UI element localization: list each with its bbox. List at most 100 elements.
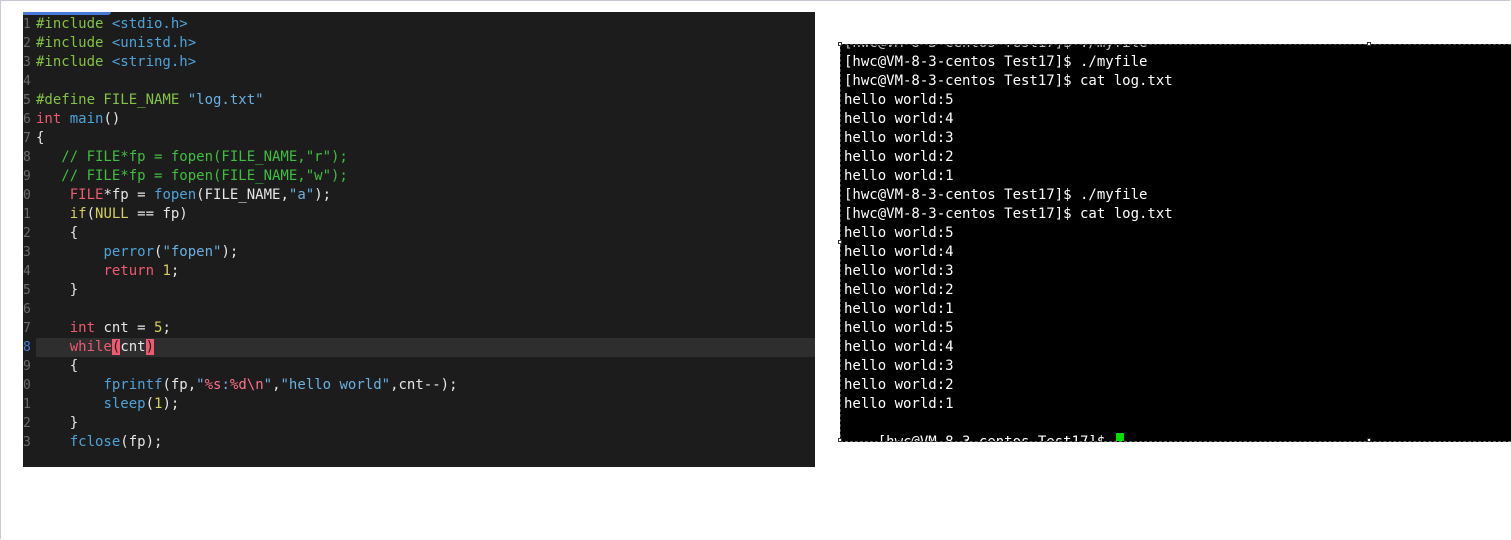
code-token: // FILE*fp = fopen(FILE_NAME,"r"); xyxy=(36,149,348,165)
code-line[interactable]: 9 // FILE*fp = fopen(FILE_NAME,"w"); xyxy=(23,167,815,186)
code-line[interactable]: 7{ xyxy=(23,129,815,148)
code-line[interactable]: 6 xyxy=(23,300,815,319)
code-line[interactable]: 8 while(cnt) xyxy=(23,338,815,357)
line-number: 3 xyxy=(23,245,31,260)
code-token: (fp, xyxy=(162,377,197,393)
code-token: : xyxy=(221,377,230,393)
code-text: fprintf(fp,"%s:%d\n","hello world",cnt--… xyxy=(36,376,457,395)
code-token: int xyxy=(69,320,96,336)
code-token: *fp = xyxy=(103,187,155,203)
code-line[interactable]: 0 fprintf(fp,"%s:%d\n","hello world",cnt… xyxy=(23,376,815,395)
code-line[interactable]: 5 } xyxy=(23,281,815,300)
terminal-cursor xyxy=(1115,433,1124,441)
code-token: while xyxy=(69,339,112,355)
code-line[interactable]: 2 { xyxy=(23,224,815,243)
terminal-prompt-line[interactable]: [hwc@VM-8-3-centos Test17]$ xyxy=(844,414,1124,441)
code-line[interactable]: 1 #include <stdio.h> xyxy=(23,15,815,34)
code-line[interactable]: 3 #include <string.h> xyxy=(23,53,815,72)
code-line[interactable]: 1 if(NULL == fp) xyxy=(23,205,815,224)
resize-handle[interactable] xyxy=(838,42,842,46)
terminal-line: hello world:3 xyxy=(844,263,954,279)
code-line[interactable]: 0 FILE*fp = fopen(FILE_NAME,"a"); xyxy=(23,186,815,205)
terminal-line: hello world:5 xyxy=(844,92,954,108)
code-line[interactable]: 4 xyxy=(23,72,815,91)
code-token: "hello world" xyxy=(280,377,391,393)
line-number: 1 xyxy=(23,397,31,412)
code-line[interactable]: 9 { xyxy=(23,357,815,376)
code-line[interactable]: 8 // FILE*fp = fopen(FILE_NAME,"r"); xyxy=(23,148,815,167)
line-number: 3 xyxy=(23,55,31,70)
code-editor[interactable]: 1 #include <stdio.h> 2 #include <unistd.h> 3… xyxy=(23,12,815,467)
code-token: sleep xyxy=(103,396,146,412)
line-number: 5 xyxy=(23,93,31,108)
code-token: <stdio.h> xyxy=(111,16,188,32)
code-token: perror xyxy=(103,244,155,260)
code-text: #include <unistd.h> xyxy=(36,34,196,53)
line-number: 2 xyxy=(23,416,31,431)
terminal-line: hello world:1 xyxy=(844,168,954,184)
terminal-line: hello world:5 xyxy=(844,320,954,336)
line-number: 4 xyxy=(23,74,31,89)
terminal-line: hello world:4 xyxy=(844,339,954,355)
terminal-line: hello world:2 xyxy=(844,149,954,165)
code-line[interactable]: 1 sleep(1); xyxy=(23,395,815,414)
code-text: FILE*fp = fopen(FILE_NAME,"a"); xyxy=(36,186,331,205)
code-token: <string.h> xyxy=(111,54,197,70)
code-token: ( xyxy=(145,396,155,412)
code-line[interactable]: 2 } xyxy=(23,414,815,433)
code-token: %s xyxy=(204,377,222,393)
code-token: cnt xyxy=(120,339,146,355)
code-token: FILE xyxy=(69,187,104,203)
code-text: int main() xyxy=(36,110,120,129)
terminal-line: hello world:2 xyxy=(844,282,954,298)
code-token: #define FILE_NAME xyxy=(36,92,188,108)
line-number: 8 xyxy=(23,150,31,165)
resize-handle[interactable] xyxy=(838,438,842,442)
code-text: { xyxy=(36,129,44,148)
code-token: " xyxy=(196,377,205,393)
line-number: 3 xyxy=(23,435,31,450)
terminal-line: [hwc@VM-8-3-centos Test17]$ cat log.txt xyxy=(844,73,1173,89)
code-text: } xyxy=(36,281,78,300)
code-token: %d\n xyxy=(229,377,264,393)
code-token: fprintf xyxy=(103,377,163,393)
resize-handle[interactable] xyxy=(838,240,842,244)
terminal-line: [hwc@VM-8-3-centos Test17]$ cat log.txt xyxy=(844,206,1173,222)
line-number: 7 xyxy=(23,321,31,336)
code-token: if xyxy=(69,206,87,222)
terminal-line: hello world:4 xyxy=(844,244,954,260)
code-token: "a" xyxy=(288,187,315,203)
code-line[interactable]: 3 perror("fopen"); xyxy=(23,243,815,262)
code-text: fclose(fp); xyxy=(36,433,163,452)
code-line[interactable]: 6 int main() xyxy=(23,110,815,129)
code-token: fclose xyxy=(69,434,121,450)
code-line[interactable]: 4 return 1; xyxy=(23,262,815,281)
code-line[interactable]: 3 fclose(fp); xyxy=(23,433,815,452)
line-number: 5 xyxy=(23,283,31,298)
code-token: } xyxy=(36,282,79,298)
line-number: 1 xyxy=(23,207,31,222)
terminal-line: hello world:2 xyxy=(844,377,954,393)
code-token: fopen xyxy=(154,187,197,203)
terminal-line: hello world:4 xyxy=(844,111,954,127)
code-text: int cnt = 5; xyxy=(36,319,171,338)
line-number: 9 xyxy=(23,359,31,374)
resize-handle[interactable] xyxy=(1367,42,1371,46)
code-token: ); xyxy=(162,396,180,412)
terminal-line: hello world:1 xyxy=(844,396,954,412)
terminal-line: hello world:3 xyxy=(844,358,954,374)
terminal-line: hello world:3 xyxy=(844,130,954,146)
code-line[interactable]: 5 #define FILE_NAME "log.txt" xyxy=(23,91,815,110)
resize-handle[interactable] xyxy=(1367,438,1371,442)
code-text: return 1; xyxy=(36,262,179,281)
code-line[interactable]: 2 #include <unistd.h> xyxy=(23,34,815,53)
code-line[interactable]: 7 int cnt = 5; xyxy=(23,319,815,338)
code-token: "log.txt" xyxy=(187,92,264,108)
code-text: { xyxy=(36,224,78,243)
code-token: ; xyxy=(170,263,180,279)
terminal-window[interactable]: [hwc@VM-8-3-centos Test17]$ ./myfile [hw… xyxy=(840,44,1511,442)
